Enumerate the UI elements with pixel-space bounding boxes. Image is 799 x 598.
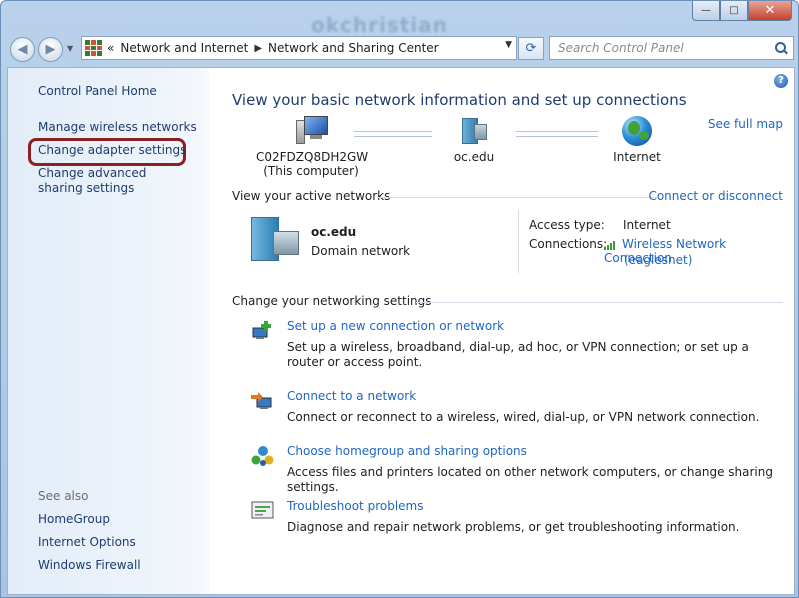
globe-icon — [622, 116, 652, 146]
content-area: Control Panel Home Manage wireless netwo… — [7, 67, 795, 595]
new-connection-icon — [252, 321, 271, 339]
control-panel-window: okchristian — □ ✕ ◀ ▶ ▼ « Network and In… — [0, 0, 799, 598]
computer-icon — [296, 116, 328, 144]
see-also-label: See also — [38, 489, 89, 503]
left-pane: Control Panel Home Manage wireless netwo… — [8, 68, 209, 594]
breadcrumb-network-and-internet[interactable]: Network and Internet — [120, 41, 248, 55]
troubleshoot-link[interactable]: Troubleshoot problems — [287, 499, 423, 513]
section-divider — [416, 302, 783, 303]
connect-or-disconnect-link[interactable]: Connect or disconnect — [648, 189, 783, 203]
setup-new-connection-desc: Set up a wireless, broadband, dial-up, a… — [287, 340, 749, 369]
forward-button[interactable]: ▶ — [38, 37, 63, 62]
connect-to-network-desc: Connect or reconnect to a wireless, wire… — [287, 410, 760, 424]
page-title: View your basic network information and … — [232, 91, 687, 109]
domain-name: oc.edu — [453, 150, 495, 164]
breadcrumb-network-and-sharing-center[interactable]: Network and Sharing Center — [268, 41, 439, 55]
address-dropdown-icon[interactable]: ▼ — [505, 40, 512, 50]
connection-line — [354, 131, 432, 137]
close-button[interactable]: ✕ — [748, 1, 792, 21]
manage-wireless-networks-link[interactable]: Manage wireless networks — [38, 120, 197, 135]
control-panel-icon — [85, 40, 102, 56]
active-networks-label: View your active networks — [232, 189, 391, 203]
setup-new-connection-link[interactable]: Set up a new connection or network — [287, 319, 504, 333]
windows-firewall-link[interactable]: Windows Firewall — [38, 558, 141, 573]
control-panel-home-link[interactable]: Control Panel Home — [38, 84, 157, 99]
connections-label: Connections: — [529, 237, 608, 251]
change-adapter-settings-link[interactable]: Change adapter settings — [38, 143, 186, 158]
homegroup-sharing-desc: Access files and printers located on oth… — [287, 465, 773, 494]
connection-line — [516, 131, 598, 137]
refresh-icon[interactable]: ⟳ — [518, 37, 544, 60]
domain-network-large-icon — [251, 217, 301, 261]
connect-to-network-icon — [251, 392, 272, 409]
title-bar[interactable]: okchristian — □ ✕ — [1, 1, 798, 37]
section-divider — [377, 197, 657, 198]
homegroup-sharing-link[interactable]: Choose homegroup and sharing options — [287, 444, 527, 458]
minimize-button[interactable]: — — [692, 1, 720, 21]
troubleshoot-desc: Diagnose and repair network problems, or… — [287, 520, 740, 534]
network-type: Domain network — [311, 244, 411, 258]
navigation-bar: ◀ ▶ ▼ « Network and Internet ▶ Network a… — [1, 31, 798, 65]
vertical-divider — [518, 209, 519, 273]
main-pane: View your basic network information and … — [232, 68, 788, 594]
connect-to-network-link[interactable]: Connect to a network — [287, 389, 416, 403]
homegroup-link[interactable]: HomeGroup — [38, 512, 110, 527]
change-advanced-sharing-settings-link[interactable]: Change advanced sharing settings — [38, 166, 188, 196]
breadcrumb-overflow[interactable]: « — [107, 41, 114, 55]
caption-buttons: — □ ✕ — [692, 1, 792, 21]
access-type-value: Internet — [623, 218, 671, 232]
see-full-map-link[interactable]: See full map — [708, 117, 783, 131]
network-name: oc.edu — [311, 225, 357, 239]
back-button[interactable]: ◀ — [10, 37, 35, 62]
address-bar[interactable]: « Network and Internet ▶ Network and Sha… — [81, 36, 517, 60]
search-input[interactable]: Search Control Panel — [558, 41, 774, 55]
troubleshoot-icon — [251, 501, 274, 519]
search-box[interactable]: Search Control Panel — [549, 36, 794, 60]
breadcrumb-separator-icon[interactable]: ▶ — [254, 43, 262, 54]
maximize-button[interactable]: □ — [720, 1, 748, 21]
internet-options-link[interactable]: Internet Options — [38, 535, 136, 550]
homegroup-icon — [251, 446, 274, 466]
node-this-computer: C02FDZQ8DH2GW (This computer) — [256, 116, 369, 178]
internet-label: Internet — [613, 150, 661, 164]
node-internet: Internet — [607, 116, 667, 164]
connection-ssid[interactable]: (eaglesnet) — [624, 253, 692, 267]
recent-pages-dropdown-icon[interactable]: ▼ — [67, 44, 73, 53]
change-settings-label: Change your networking settings — [232, 294, 432, 308]
computer-name: C02FDZQ8DH2GW — [256, 150, 369, 164]
domain-network-icon — [462, 116, 487, 144]
access-type-label: Access type: — [529, 218, 605, 232]
node-domain: oc.edu — [444, 116, 504, 164]
search-icon[interactable] — [774, 41, 788, 55]
signal-strength-icon — [604, 240, 618, 250]
computer-sub: (This computer) — [263, 164, 359, 178]
